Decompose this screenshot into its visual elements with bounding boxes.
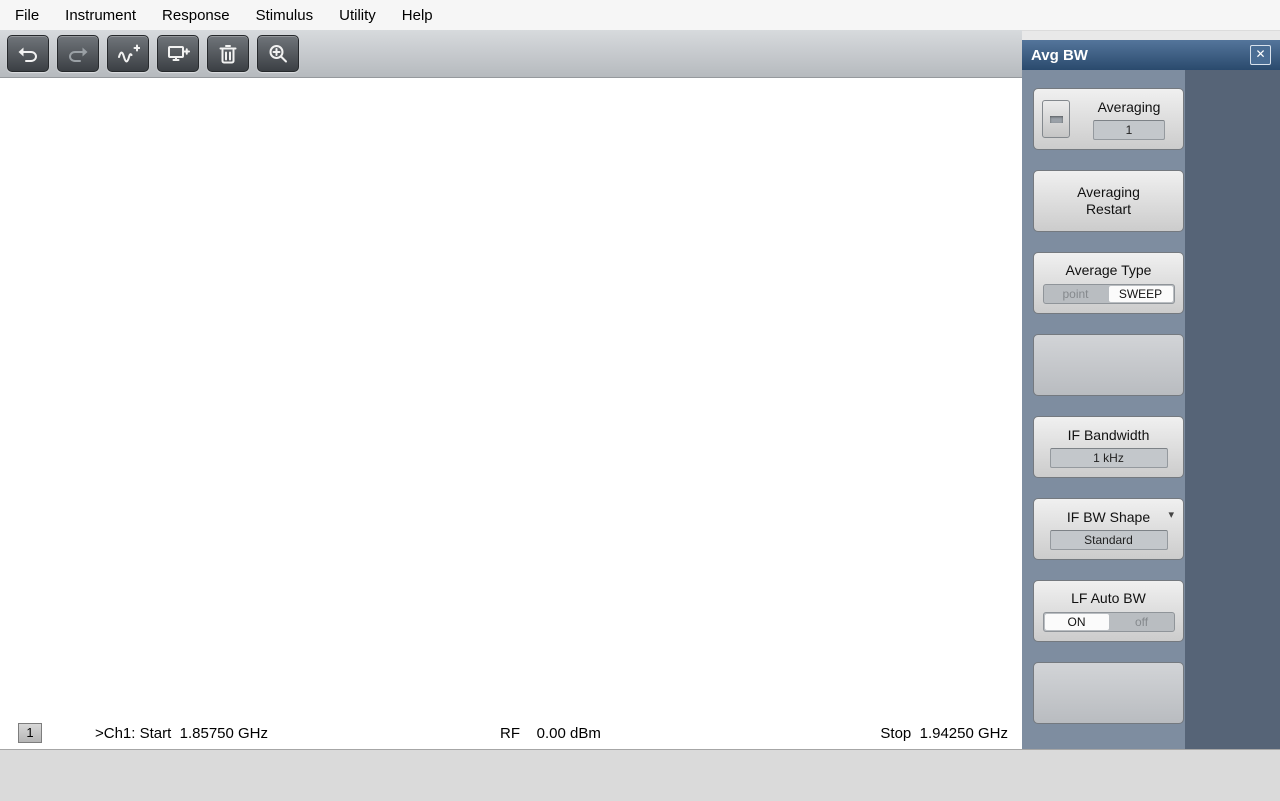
if-bandwidth-value: 1 kHz xyxy=(1050,448,1168,468)
lf-auto-bw-on-option[interactable]: ON xyxy=(1045,614,1109,630)
undo-button[interactable] xyxy=(7,35,49,72)
panel-body: Averaging 1 Averaging Restart Average Ty… xyxy=(1022,70,1280,749)
menu-instrument[interactable]: Instrument xyxy=(52,7,149,24)
averaging-restart-label: Averaging Restart xyxy=(1059,184,1159,218)
averaging-button[interactable]: Averaging 1 xyxy=(1033,88,1184,150)
menu-help[interactable]: Help xyxy=(389,7,446,24)
close-icon[interactable]: ✕ xyxy=(1250,45,1271,65)
averaging-restart-button[interactable]: Averaging Restart xyxy=(1033,170,1184,232)
softkey-column: Averaging 1 Averaging Restart Average Ty… xyxy=(1033,88,1184,744)
add-trace-button[interactable] xyxy=(107,35,149,72)
stop-frequency-label: Stop 1.94250 GHz xyxy=(880,725,1008,742)
measurement-window: 1 >Ch1: Start 1.85750 GHz RF 0.00 dBm St… xyxy=(0,78,1022,749)
lf-auto-bw-off-option[interactable]: off xyxy=(1110,613,1174,631)
menu-utility[interactable]: Utility xyxy=(326,7,389,24)
averaging-label: Averaging xyxy=(1098,99,1161,116)
undo-icon xyxy=(16,42,40,66)
dropdown-arrow-icon: ▾ xyxy=(1168,508,1174,521)
status-bar xyxy=(0,749,1280,801)
add-trace-icon xyxy=(116,42,140,66)
averaging-value: 1 xyxy=(1093,120,1165,140)
delete-button[interactable] xyxy=(207,35,249,72)
averaging-indicator xyxy=(1042,100,1070,138)
avg-bw-panel: Avg BW ✕ Averaging 1 Averaging Restart A… xyxy=(1022,40,1280,749)
chart-area[interactable] xyxy=(0,78,1022,749)
panel-title: Avg BW xyxy=(1031,47,1250,64)
average-type-label: Average Type xyxy=(1066,262,1152,279)
redo-button xyxy=(57,35,99,72)
average-type-sweep-option[interactable]: SWEEP xyxy=(1109,286,1173,302)
if-bandwidth-label: IF Bandwidth xyxy=(1068,427,1150,444)
rf-power-label: RF 0.00 dBm xyxy=(500,725,601,742)
averaging-led-icon xyxy=(1050,116,1063,123)
screen-copy-icon xyxy=(166,42,190,66)
if-bw-shape-label: IF BW Shape xyxy=(1067,509,1150,526)
menu-stimulus[interactable]: Stimulus xyxy=(243,7,327,24)
menu-response[interactable]: Response xyxy=(149,7,243,24)
lf-auto-bw-button[interactable]: LF Auto BW ON off xyxy=(1033,580,1184,642)
empty-softkey-1 xyxy=(1033,334,1184,396)
redo-icon xyxy=(66,42,90,66)
menu-bar: FileInstrumentResponseStimulusUtilityHel… xyxy=(0,0,1280,31)
if-bw-shape-button[interactable]: IF BW Shape ▾ Standard xyxy=(1033,498,1184,560)
average-type-button[interactable]: Average Type point SWEEP xyxy=(1033,252,1184,314)
panel-title-bar: Avg BW ✕ xyxy=(1022,40,1280,70)
delete-icon xyxy=(216,42,240,66)
average-type-toggle: point SWEEP xyxy=(1043,284,1175,304)
start-frequency-label: >Ch1: Start 1.85750 GHz xyxy=(95,725,268,742)
toolbar xyxy=(0,30,1022,78)
lf-auto-bw-label: LF Auto BW xyxy=(1071,590,1146,607)
zoom-in-icon xyxy=(266,42,290,66)
lf-auto-bw-toggle: ON off xyxy=(1043,612,1175,632)
zoom-in-button[interactable] xyxy=(257,35,299,72)
average-type-point-option[interactable]: point xyxy=(1044,285,1108,303)
menu-file[interactable]: File xyxy=(2,7,52,24)
channel-indicator: 1 xyxy=(18,723,42,743)
panel-tab-column xyxy=(1185,70,1280,749)
if-bandwidth-button[interactable]: IF Bandwidth 1 kHz xyxy=(1033,416,1184,478)
if-bw-shape-value: Standard xyxy=(1050,530,1168,550)
empty-softkey-2 xyxy=(1033,662,1184,724)
screen-copy-button[interactable] xyxy=(157,35,199,72)
